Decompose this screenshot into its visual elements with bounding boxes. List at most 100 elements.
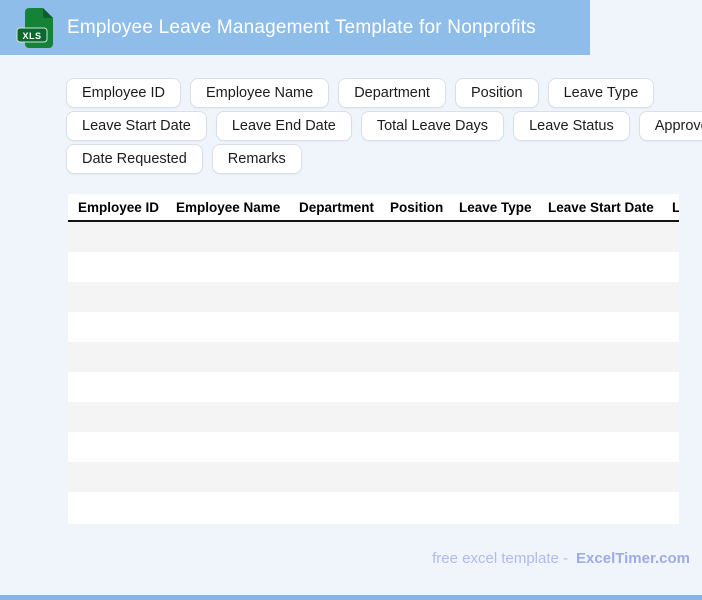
table-cell: [68, 221, 166, 252]
table-cell: [449, 312, 538, 342]
table-row: [68, 372, 679, 402]
table-cell: [289, 372, 380, 402]
table-row: [68, 221, 679, 252]
table-cell: [289, 402, 380, 432]
table-cell: [68, 432, 166, 462]
table-cell: [449, 221, 538, 252]
table-row: [68, 342, 679, 372]
table-cell: [166, 312, 289, 342]
table-cell: [662, 432, 679, 462]
table-row: [68, 282, 679, 312]
table-cell: [68, 402, 166, 432]
column-header-employee-id: Employee ID: [68, 194, 166, 222]
field-chip-employee-id[interactable]: Employee ID: [66, 78, 182, 108]
table-row: [68, 252, 679, 282]
table-cell: [538, 282, 662, 312]
table-cell: [380, 312, 449, 342]
table-cell: [538, 402, 662, 432]
field-chip-remarks[interactable]: Remarks: [211, 144, 302, 174]
table-cell: [289, 282, 380, 312]
table-cell: [380, 432, 449, 462]
table-row: [68, 432, 679, 462]
table-cell: [449, 342, 538, 372]
table-cell: [166, 372, 289, 402]
table-cell: [662, 372, 679, 402]
table-cell: [662, 252, 679, 282]
table-cell: [538, 252, 662, 282]
table-cell: [380, 282, 449, 312]
table-cell: [68, 282, 166, 312]
table-cell: [289, 252, 380, 282]
chip-row-3: Date Requested Remarks: [66, 144, 686, 174]
table-row: [68, 492, 679, 522]
field-chip-employee-name[interactable]: Employee Name: [190, 78, 330, 108]
table-body: [68, 221, 679, 522]
table-cell: [166, 492, 289, 522]
xls-file-icon: XLS: [16, 7, 53, 48]
table-cell: [289, 312, 380, 342]
table-cell: [538, 432, 662, 462]
table-cell: [538, 342, 662, 372]
table-cell: [166, 402, 289, 432]
table-cell: [662, 402, 679, 432]
table-cell: [68, 312, 166, 342]
table-cell: [380, 221, 449, 252]
table-row: [68, 402, 679, 432]
field-chip-leave-type[interactable]: Leave Type: [547, 78, 655, 108]
column-header-position: Position: [380, 194, 449, 222]
table-cell: [166, 252, 289, 282]
table-cell: [662, 312, 679, 342]
table-row: [68, 462, 679, 492]
table-cell: [380, 462, 449, 492]
table-cell: [380, 252, 449, 282]
table-cell: [662, 492, 679, 522]
leave-table: Employee ID Employee Name Department Positi…: [68, 194, 679, 522]
field-chips: Employee ID Employee Name Department Positi…: [66, 78, 702, 174]
field-chip-leave-start-date[interactable]: Leave Start Date: [66, 111, 207, 141]
column-header-leave-start-date: Leave Start Date: [538, 194, 662, 222]
footer-credit-text: free excel template -: [432, 550, 569, 567]
header-bar: XLS Employee Leave Management Template f…: [0, 0, 590, 55]
field-chip-approver[interactable]: Approver: [638, 111, 702, 141]
table-row: [68, 312, 679, 342]
column-header-leave-end-date: Leave End Date: [662, 194, 679, 222]
table-cell: [380, 372, 449, 402]
footer: free excel template - ExcelTimer.com: [432, 550, 690, 567]
table-cell: [68, 252, 166, 282]
table-cell: [538, 372, 662, 402]
table-cell: [166, 342, 289, 372]
field-chip-total-leave-days[interactable]: Total Leave Days: [360, 111, 505, 141]
table-cell: [662, 462, 679, 492]
table-cell: [449, 402, 538, 432]
column-header-employee-name: Employee Name: [166, 194, 289, 222]
field-chip-leave-status[interactable]: Leave Status: [513, 111, 630, 141]
table-cell: [662, 221, 679, 252]
table-cell: [289, 432, 380, 462]
table-cell: [289, 462, 380, 492]
table-cell: [662, 282, 679, 312]
chip-row-2: Leave Start Date Leave End Date Total Leav…: [66, 111, 702, 141]
field-chip-leave-end-date[interactable]: Leave End Date: [215, 111, 352, 141]
leave-table-wrap: Employee ID Employee Name Department Positi…: [68, 194, 679, 524]
table-cell: [289, 492, 380, 522]
field-chip-department[interactable]: Department: [338, 78, 446, 108]
table-cell: [449, 282, 538, 312]
table-cell: [538, 221, 662, 252]
table-cell: [166, 282, 289, 312]
table-cell: [538, 492, 662, 522]
table-cell: [380, 402, 449, 432]
table-cell: [662, 342, 679, 372]
table-cell: [166, 462, 289, 492]
xls-icon-label: XLS: [22, 31, 41, 41]
table-head-row: Employee ID Employee Name Department Positi…: [68, 194, 679, 222]
column-header-department: Department: [289, 194, 380, 222]
table-cell: [68, 372, 166, 402]
table-cell: [380, 342, 449, 372]
table-cell: [68, 342, 166, 372]
table-cell: [538, 312, 662, 342]
field-chip-position[interactable]: Position: [454, 78, 539, 108]
bottom-accent-strip: [0, 595, 702, 600]
field-chip-date-requested[interactable]: Date Requested: [66, 144, 203, 174]
table-cell: [380, 492, 449, 522]
brand-link[interactable]: ExcelTimer.com: [576, 550, 690, 567]
